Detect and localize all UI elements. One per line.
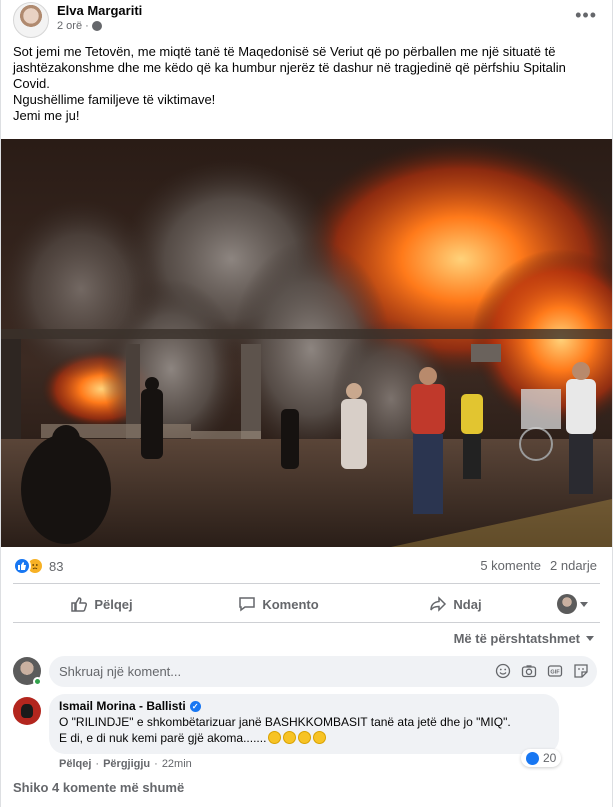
comment-label: Komento	[262, 596, 319, 612]
chevron-down-icon	[586, 636, 594, 641]
camera-icon[interactable]	[521, 663, 537, 679]
comment-icon	[239, 597, 256, 612]
comment-bubble: Ismail Morina - Ballisti ✓ O "RILINDJE" …	[49, 694, 559, 754]
comment-composer: GIF	[49, 656, 597, 687]
view-more-comments-link[interactable]: Shiko 4 komente më shumë	[13, 780, 184, 795]
divider	[13, 583, 600, 584]
shares-count[interactable]: 2 ndarje	[550, 558, 597, 573]
verified-badge-icon: ✓	[189, 700, 201, 712]
fire-scene-image	[1, 139, 612, 547]
online-status-icon	[33, 677, 42, 686]
post-photo[interactable]	[1, 139, 612, 547]
comment-author[interactable]: Ismail Morina - Ballisti	[59, 699, 186, 713]
sticker-icon[interactable]	[573, 663, 589, 679]
comment-text: O "RILINDJE" e shkombëtarizuar janë BASH…	[59, 714, 549, 746]
sort-label: Më të përshtatshmet	[453, 631, 580, 646]
comments-count[interactable]: 5 komente	[480, 558, 541, 573]
audience-selector[interactable]	[544, 594, 600, 614]
composer-tools: GIF	[495, 663, 589, 679]
comment-text-line: E di, e di nuk kemi parë gjë akoma......…	[59, 731, 267, 745]
separator: ·	[154, 758, 158, 770]
comment-input[interactable]	[59, 656, 459, 687]
post-meta: 2 orë ·	[57, 20, 102, 32]
reaction-icons	[13, 557, 44, 575]
more-options-icon[interactable]: •••	[575, 6, 597, 24]
comment-text-line: O "RILINDJE" e shkombëtarizuar janë BASH…	[59, 715, 511, 729]
post-header: Elva Margariti 2 orë · •••	[13, 0, 603, 40]
gif-icon[interactable]: GIF	[547, 663, 563, 679]
share-icon	[430, 596, 447, 612]
post-text-line: Ngushëllime familjeve të viktimave!	[13, 92, 216, 107]
comment-reply-button[interactable]: Përgjigju	[103, 758, 150, 770]
comment-actions: Pëlqej · Përgjigju · 22min	[59, 758, 192, 770]
comment-like-button[interactable]: Pëlqej	[59, 758, 91, 770]
reaction-count: 83	[49, 558, 64, 574]
author-name[interactable]: Elva Margariti	[57, 3, 142, 18]
laughing-emoji-icon	[268, 731, 282, 744]
laughing-emoji-icon	[313, 731, 327, 744]
share-button[interactable]: Ndaj	[367, 588, 544, 620]
laughing-emoji-icon	[283, 731, 297, 744]
post-text-line: Jemi me ju!	[13, 108, 80, 123]
comment-text-line-2: E di, e di nuk kemi parë gjë akoma......…	[59, 730, 549, 746]
emoji-icon[interactable]	[495, 663, 511, 679]
user-avatar	[556, 594, 577, 614]
svg-text:GIF: GIF	[550, 670, 560, 676]
separator: ·	[95, 758, 100, 770]
comment-like-count: 20	[543, 751, 557, 765]
like-label: Pëlqej	[94, 596, 133, 612]
comment-button[interactable]: Komento	[190, 588, 367, 620]
chevron-down-icon	[579, 601, 588, 607]
post-stats: 5 komente 2 ndarje	[480, 558, 597, 573]
thumbs-up-icon	[71, 597, 88, 612]
share-label: Ndaj	[453, 596, 482, 612]
author-avatar[interactable]	[13, 2, 49, 38]
post-card: Elva Margariti 2 orë · ••• Sot jemi me T…	[0, 0, 613, 807]
post-text-line: Sot jemi me Tetovën, me miqtë tanë të Ma…	[13, 44, 566, 91]
comment-sort-dropdown[interactable]: Më të përshtatshmet	[454, 631, 594, 646]
action-bar: Pëlqej Komento Ndaj	[13, 588, 600, 620]
post-time[interactable]: 2 orë ·	[57, 20, 89, 32]
reactions-summary[interactable]: 83	[13, 556, 63, 576]
commenter-avatar[interactable]	[13, 697, 41, 725]
divider	[13, 622, 600, 623]
comment-author-row: Ismail Morina - Ballisti ✓	[59, 699, 549, 713]
globe-icon	[91, 21, 102, 31]
like-reaction-icon	[13, 557, 31, 575]
post-text: Sot jemi me Tetovën, me miqtë tanë të Ma…	[13, 44, 601, 124]
laughing-emoji-icon	[298, 731, 312, 744]
like-reaction-icon	[526, 751, 539, 765]
like-button[interactable]: Pëlqej	[13, 588, 190, 620]
comment-reactions[interactable]: 20	[521, 749, 562, 767]
comment-time[interactable]: 22min	[162, 758, 192, 770]
